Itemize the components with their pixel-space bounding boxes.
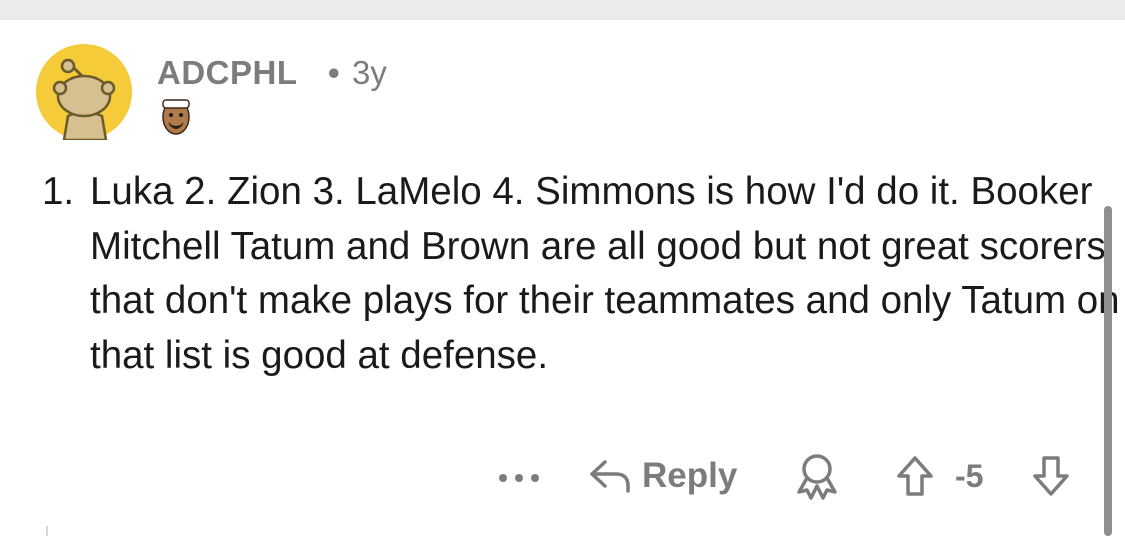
player-flair-icon <box>162 99 190 135</box>
snoo-avatar-icon[interactable] <box>36 44 132 140</box>
reply-arrow-icon <box>590 460 630 493</box>
thread-line <box>46 526 48 536</box>
comment-age: 3y <box>352 54 387 91</box>
reply-label: Reply <box>642 456 738 495</box>
meta-separator: • <box>328 54 340 91</box>
comment-body: 1. Luka 2. Zion 3. LaMelo 4. Simmons is … <box>42 165 1125 383</box>
downvote-arrow-icon[interactable] <box>1031 454 1071 498</box>
award-icon[interactable] <box>793 452 841 500</box>
scrollbar[interactable] <box>1104 206 1112 536</box>
more-dots-icon[interactable] <box>494 463 544 493</box>
comment-text: Luka 2. Zion 3. LaMelo 4. Simmons is how… <box>90 170 1120 377</box>
reply-button[interactable]: Reply <box>588 452 737 500</box>
comment-author[interactable]: ADCPHL <box>157 52 298 94</box>
vote-score: -5 <box>955 458 984 494</box>
top-strip <box>0 0 1125 20</box>
comment-action-bar: Reply -5 <box>0 446 1125 506</box>
list-number: 1. <box>42 170 75 213</box>
upvote-arrow-icon[interactable] <box>895 454 935 498</box>
